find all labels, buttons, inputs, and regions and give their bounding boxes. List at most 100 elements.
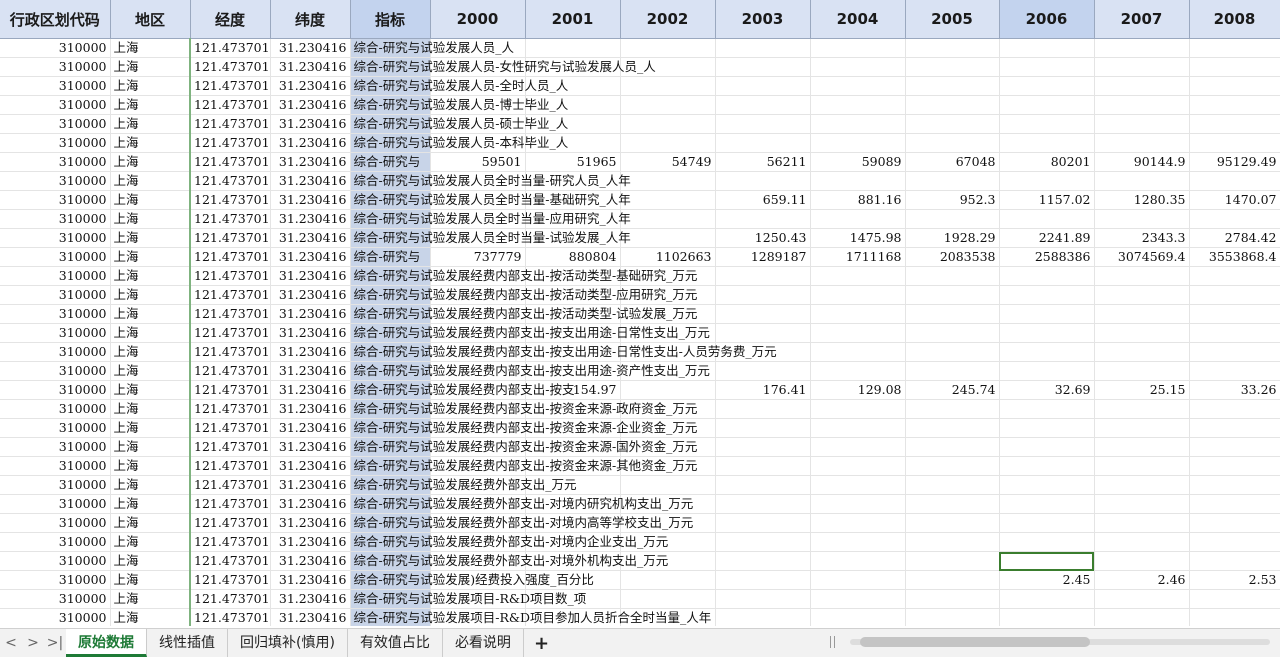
cell-year-value[interactable] [999,361,1095,381]
cell-year-value[interactable] [1094,589,1190,609]
cell-year-value[interactable] [810,114,906,134]
cell-year-value[interactable] [715,437,811,457]
column-header[interactable]: 2007 [1094,0,1190,39]
cell-region-code[interactable]: 310000 [0,532,111,552]
cell-year-value[interactable] [715,171,811,191]
cell-region[interactable]: 上海 [110,57,191,77]
cell-region[interactable]: 上海 [110,475,191,495]
cell-year-value[interactable] [620,76,716,96]
horizontal-scrollbar[interactable] [830,636,1270,648]
cell-year-value[interactable] [810,513,906,533]
cell-year-value[interactable] [810,95,906,115]
cell-latitude[interactable]: 31.230416 [270,551,351,571]
cell-year-value[interactable] [1189,589,1280,609]
cell-year-value[interactable] [810,133,906,153]
cell-region[interactable]: 上海 [110,285,191,305]
cell-longitude[interactable]: 121.473701 [189,399,271,419]
cell-year-value[interactable] [620,133,716,153]
cell-region-code[interactable]: 310000 [0,608,111,626]
cell-year-value[interactable] [715,494,811,514]
cell-indicator[interactable]: 综合-研究与试验发展人员全时当量-基础研究_人年 [350,190,631,210]
cell-latitude[interactable]: 31.230416 [270,247,351,267]
cell-year-value[interactable]: 952.3 [905,190,1000,210]
last-sheet-arrow-icon[interactable]: >| [44,635,66,651]
cell-year-value[interactable]: 80201 [999,152,1095,172]
cell-latitude[interactable]: 31.230416 [270,589,351,609]
cell-year-value[interactable] [999,513,1095,533]
cell-year-value[interactable]: 2.45 [999,570,1095,590]
cell-region[interactable]: 上海 [110,152,191,172]
cell-year-value[interactable] [1094,266,1190,286]
sheet-tab[interactable]: 原始数据 [66,629,147,657]
cell-year-value[interactable] [715,608,811,626]
cell-region-code[interactable]: 310000 [0,266,111,286]
cell-indicator[interactable]: 综合-研究与试验发展人员-本科毕业_人 [350,133,568,153]
cell-indicator[interactable]: 综合-研究与试验发展经费内部支出-按资金来源-国外资金_万元 [350,437,697,457]
cell-latitude[interactable]: 31.230416 [270,266,351,286]
cell-region[interactable]: 上海 [110,76,191,96]
cell-year-value[interactable] [999,494,1095,514]
cell-latitude[interactable]: 31.230416 [270,418,351,438]
cell-year-value[interactable] [810,589,906,609]
cell-region-code[interactable]: 310000 [0,304,111,324]
cell-region-code[interactable]: 310000 [0,380,111,400]
cell-region[interactable]: 上海 [110,228,191,248]
cell-year-value[interactable] [1189,399,1280,419]
cell-year-value[interactable]: 2588386 [999,247,1095,267]
cell-indicator[interactable]: 综合-研究与试验发展人员-博士毕业_人 [350,95,568,115]
cell-longitude[interactable]: 121.473701 [189,513,271,533]
cell-year-value[interactable] [1094,437,1190,457]
sheet-tab[interactable]: 线性插值 [147,629,228,657]
cell-longitude[interactable]: 121.473701 [189,38,271,58]
cell-region-code[interactable]: 310000 [0,342,111,362]
cell-region[interactable]: 上海 [110,399,191,419]
cell-year-value[interactable] [715,304,811,324]
cell-region[interactable]: 上海 [110,171,191,191]
cell-year-value[interactable] [715,76,811,96]
cell-longitude[interactable]: 121.473701 [189,228,271,248]
cell-year-value[interactable] [905,304,1000,324]
cell-year-value[interactable] [620,190,716,210]
column-header[interactable]: 2002 [620,0,716,39]
cell-year-value[interactable] [999,38,1095,58]
sheet-tab[interactable]: 必看说明 [443,629,524,657]
cell-year-value[interactable] [905,342,1000,362]
cell-region[interactable]: 上海 [110,114,191,134]
cell-longitude[interactable]: 121.473701 [189,570,271,590]
cell-year-value[interactable] [810,418,906,438]
cell-year-value[interactable] [999,399,1095,419]
cell-year-value[interactable] [999,209,1095,229]
cell-region[interactable]: 上海 [110,361,191,381]
cell-year-value[interactable]: 1280.35 [1094,190,1190,210]
cell-region[interactable]: 上海 [110,456,191,476]
cell-year-value[interactable]: 2241.89 [999,228,1095,248]
cell-year-value[interactable] [620,95,716,115]
cell-year-value[interactable] [810,570,906,590]
cell-year-value[interactable]: 1928.29 [905,228,1000,248]
cell-region-code[interactable]: 310000 [0,95,111,115]
cell-longitude[interactable]: 121.473701 [189,361,271,381]
cell-indicator[interactable]: 综合-研究与试验发展人员_人 [350,38,514,58]
scrollbar-splitter[interactable] [830,636,835,648]
cell-year-value[interactable] [1094,133,1190,153]
cell-year-value[interactable] [715,209,811,229]
cell-year-value[interactable] [1189,114,1280,134]
cell-region[interactable]: 上海 [110,38,191,58]
cell-region-code[interactable]: 310000 [0,247,111,267]
cell-latitude[interactable]: 31.230416 [270,494,351,514]
cell-region-code[interactable]: 310000 [0,171,111,191]
cell-year-value[interactable] [999,266,1095,286]
cell-year-value[interactable] [905,551,1000,571]
cell-indicator[interactable]: 综合-研究与试验发展经费外部支出-对境外机构支出_万元 [350,551,668,571]
cell-year-value[interactable] [1094,76,1190,96]
cell-year-value[interactable] [1094,456,1190,476]
cell-longitude[interactable]: 121.473701 [189,133,271,153]
cell-region[interactable]: 上海 [110,570,191,590]
cell-year-value[interactable] [905,399,1000,419]
cell-longitude[interactable]: 121.473701 [189,494,271,514]
cell-year-value[interactable] [1189,513,1280,533]
cell-year-value[interactable] [810,171,906,191]
cell-year-value[interactable] [1189,532,1280,552]
cell-year-value[interactable] [715,475,811,495]
cell-region-code[interactable]: 310000 [0,76,111,96]
